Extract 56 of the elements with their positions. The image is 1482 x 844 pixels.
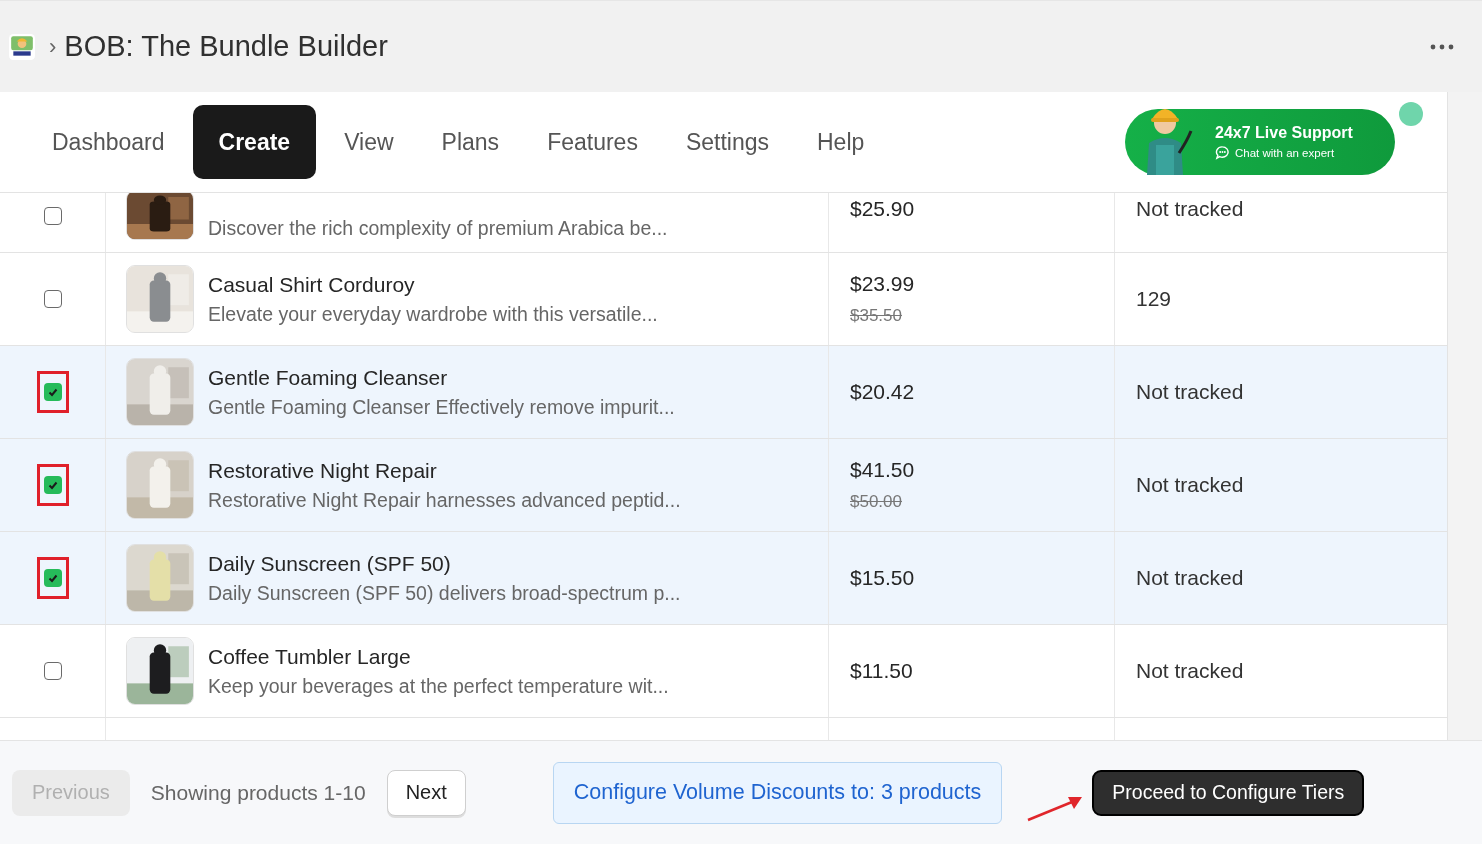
pagination-info: Showing products 1-10 <box>150 780 366 805</box>
checkmark-icon <box>46 572 59 584</box>
product-description: Elevate your everyday wardrobe with this versatile... <box>208 302 658 326</box>
row-checkbox[interactable] <box>43 383 62 401</box>
product-title: Gentle Foaming Cleanser <box>208 365 449 390</box>
inventory-status: 129 <box>1136 287 1172 311</box>
nav-tab[interactable]: Settings <box>665 105 789 179</box>
compare-at-price: $50.00 <box>850 492 903 512</box>
compare-at-price: $35.50 <box>850 306 903 326</box>
next-button[interactable]: Next <box>386 769 466 816</box>
checkmark-icon <box>46 386 59 398</box>
row-checkbox[interactable] <box>43 207 62 225</box>
chat-bubble-icon <box>1215 145 1230 160</box>
product-row[interactable]: Daily Sunscreen (SPF 50) Daily Sunscreen (SPF 50) delivers broad-spectrum p... $15.50 Not tracked <box>0 532 1447 625</box>
product-price: $11.50 <box>850 659 914 683</box>
product-price: $25.90 <box>850 197 916 221</box>
app-logo-icon <box>9 33 35 60</box>
product-row[interactable]: Coffee Tumbler Large Keep your beverages at the perfect temperature wit... $11.50 Not tracked <box>0 625 1447 718</box>
product-title: Coffee Tumbler Large <box>208 644 412 669</box>
inventory-status: Not tracked <box>1136 380 1244 404</box>
product-description: Restorative Night Repair harnesses advanced peptid... <box>208 488 681 512</box>
nav-tab[interactable]: Features <box>527 105 658 179</box>
scrollbar-track[interactable] <box>1447 92 1482 740</box>
row-checkbox[interactable] <box>43 569 62 587</box>
product-price: $20.42 <box>850 380 916 404</box>
product-row[interactable]: Gentle Foaming Cleanser Gentle Foaming Cleanser Effectively remove impurit... $20.42 Not tracked <box>0 346 1447 439</box>
breadcrumb-separator: › <box>49 33 57 60</box>
product-title: Casual Shirt Corduroy <box>208 272 416 297</box>
nav-tab[interactable]: Dashboard <box>32 105 185 179</box>
product-price: $23.99 <box>850 272 916 296</box>
row-checkbox[interactable] <box>43 662 62 680</box>
product-row[interactable]: Discover the rich complexity of premium Arabica be... $25.90 Not tracked <box>0 193 1447 253</box>
inventory-status: Not tracked <box>1136 197 1244 221</box>
product-description: Gentle Foaming Cleanser Effectively remove impurit... <box>208 395 675 419</box>
configure-discounts-button[interactable]: Configure Volume Discounts to: 3 products <box>552 761 1003 824</box>
product-title: Daily Sunscreen (SPF 50) <box>208 551 452 576</box>
nav-tab[interactable]: Help <box>797 105 885 179</box>
row-checkbox[interactable] <box>43 290 62 308</box>
inventory-status: Not tracked <box>1136 473 1244 497</box>
more-icon[interactable] <box>1430 43 1454 50</box>
product-price: $41.50 <box>850 458 916 482</box>
product-title: Restorative Night Repair <box>208 458 438 483</box>
product-description: Daily Sunscreen (SPF 50) delivers broad-spectrum p... <box>208 581 681 605</box>
inventory-status: Not tracked <box>1136 659 1244 683</box>
app-title: BOB: The Bundle Builder <box>64 30 389 63</box>
product-description: Keep your beverages at the perfect temperature wit... <box>208 674 669 698</box>
nav-tab[interactable]: Plans <box>421 105 520 179</box>
product-price: $15.50 <box>850 566 916 590</box>
nav-tab[interactable]: Create <box>192 105 317 179</box>
inventory-status: Not tracked <box>1136 566 1244 590</box>
product-row[interactable]: Restorative Night Repair Restorative Night Repair harnesses advanced peptid... $41.50 $50.00 Not tracked <box>0 439 1447 532</box>
product-description: Discover the rich complexity of premium Arabica be... <box>208 217 668 240</box>
checkmark-icon <box>46 479 59 491</box>
row-checkbox[interactable] <box>43 476 62 494</box>
proceed-button[interactable]: Proceed to Configure Tiers <box>1092 769 1365 816</box>
nav-tab[interactable]: View <box>324 105 414 179</box>
